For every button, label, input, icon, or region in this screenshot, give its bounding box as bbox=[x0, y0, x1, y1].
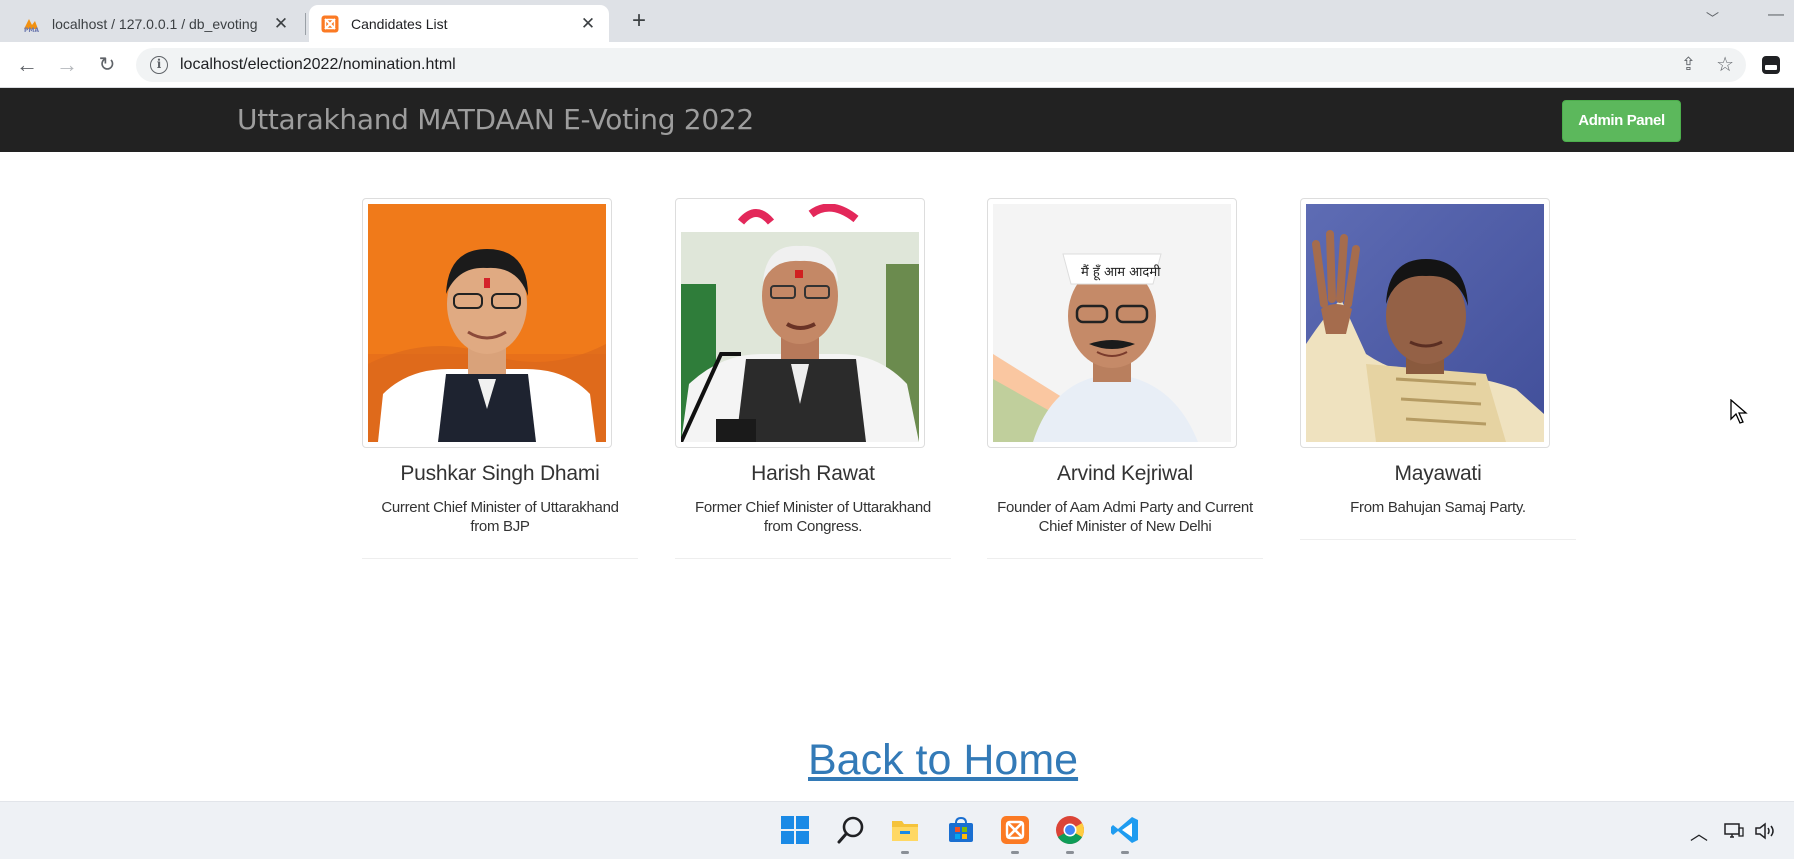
svg-text:PMA: PMA bbox=[24, 27, 39, 33]
site-navbar: Uttarakhand MATDAAN E-Voting 2022 Admin … bbox=[0, 88, 1794, 152]
candidate-card: Pushkar Singh Dhami Current Chief Minist… bbox=[362, 198, 638, 559]
volume-icon[interactable] bbox=[1754, 822, 1776, 840]
candidate-description: From Bahujan Samaj Party. bbox=[1350, 499, 1526, 516]
candidate-name: Pushkar Singh Dhami bbox=[400, 462, 600, 485]
admin-panel-button[interactable]: Admin Panel bbox=[1562, 100, 1681, 142]
mouse-cursor-icon bbox=[1730, 399, 1748, 424]
candidate-description: Former Chief Minister of Uttarakhand fro… bbox=[695, 499, 931, 535]
candidate-description: Current Chief Minister of Uttarakhand fr… bbox=[381, 499, 619, 535]
show-hidden-icons-chevron-icon[interactable]: ︿ bbox=[1690, 820, 1708, 846]
candidate-thumbnail: मैं हूँ आम आदमी bbox=[987, 198, 1237, 448]
candidate-description: Founder of Aam Admi Party and Current Ch… bbox=[997, 499, 1253, 535]
candidate-card: Mayawati From Bahujan Samaj Party. bbox=[1300, 198, 1576, 540]
share-icon[interactable]: ⇪ bbox=[1681, 54, 1696, 75]
candidate-card: मैं हूँ आम आदमी Arvind Kejriwal Founder … bbox=[987, 198, 1263, 559]
tab-separator bbox=[305, 13, 306, 35]
reload-icon[interactable]: ↻ bbox=[92, 51, 122, 79]
site-brand[interactable]: Uttarakhand MATDAAN E-Voting 2022 bbox=[237, 103, 754, 136]
minimize-window-icon[interactable]: — bbox=[1768, 6, 1784, 24]
tab-title: Candidates List bbox=[351, 15, 448, 32]
candidate-photo: मैं हूँ आम आदमी bbox=[993, 204, 1231, 442]
candidate-thumbnail bbox=[675, 198, 925, 448]
candidate-photo bbox=[679, 203, 919, 443]
close-tab-icon[interactable]: ✕ bbox=[272, 14, 290, 34]
microsoft-store-icon[interactable] bbox=[946, 815, 976, 845]
back-to-home-link[interactable]: Back to Home bbox=[808, 736, 1078, 785]
cap-slogan-text: मैं हूँ आम आदमी bbox=[1081, 264, 1161, 281]
windows-start-icon[interactable] bbox=[780, 815, 810, 845]
chrome-icon[interactable] bbox=[1055, 815, 1085, 845]
bookmark-star-icon[interactable]: ☆ bbox=[1716, 52, 1734, 77]
vscode-icon[interactable] bbox=[1110, 815, 1140, 845]
address-bar[interactable]: i localhost/election2022/nomination.html… bbox=[136, 48, 1746, 82]
tab-search-chevron-icon[interactable]: ﹀ bbox=[1706, 8, 1719, 27]
tab-candidates-list[interactable]: Candidates List ✕ bbox=[309, 5, 609, 42]
xampp-icon[interactable] bbox=[1000, 815, 1030, 845]
running-indicator bbox=[1121, 851, 1129, 854]
url-text[interactable]: localhost/election2022/nomination.html bbox=[180, 56, 456, 74]
tab-title: localhost / 127.0.0.1 / db_evoting bbox=[52, 15, 258, 32]
running-indicator bbox=[1011, 851, 1019, 854]
new-tab-button[interactable]: + bbox=[624, 6, 654, 36]
file-explorer-icon[interactable] bbox=[890, 815, 920, 845]
candidate-thumbnail bbox=[362, 198, 612, 448]
xampp-icon bbox=[321, 15, 339, 32]
candidate-thumbnail bbox=[1300, 198, 1550, 448]
running-indicator bbox=[901, 851, 909, 854]
search-icon[interactable] bbox=[836, 815, 866, 845]
candidate-photo bbox=[368, 204, 606, 442]
profile-extension-icon[interactable] bbox=[1762, 56, 1780, 74]
browser-toolbar: ← → ↻ i localhost/election2022/nominatio… bbox=[0, 42, 1794, 88]
site-info-icon[interactable]: i bbox=[150, 56, 168, 74]
candidate-name: Harish Rawat bbox=[751, 462, 875, 485]
phpmyadmin-icon: PMA bbox=[24, 18, 39, 33]
browser-tab-strip: PMA localhost / 127.0.0.1 / db_evoting ✕… bbox=[0, 0, 1794, 42]
running-indicator bbox=[1066, 851, 1074, 854]
forward-arrow-icon[interactable]: → bbox=[52, 51, 82, 79]
candidate-name: Mayawati bbox=[1394, 462, 1482, 485]
candidate-card: Harish Rawat Former Chief Minister of Ut… bbox=[675, 198, 951, 559]
candidate-photo bbox=[1306, 204, 1544, 442]
candidate-name: Arvind Kejriwal bbox=[1057, 462, 1193, 485]
network-icon[interactable] bbox=[1724, 822, 1744, 840]
back-arrow-icon[interactable]: ← bbox=[12, 51, 42, 79]
tab-phpmyadmin[interactable]: PMA localhost / 127.0.0.1 / db_evoting ✕ bbox=[10, 5, 302, 42]
close-tab-icon[interactable]: ✕ bbox=[579, 14, 597, 34]
windows-taskbar: ︿ bbox=[0, 801, 1794, 859]
